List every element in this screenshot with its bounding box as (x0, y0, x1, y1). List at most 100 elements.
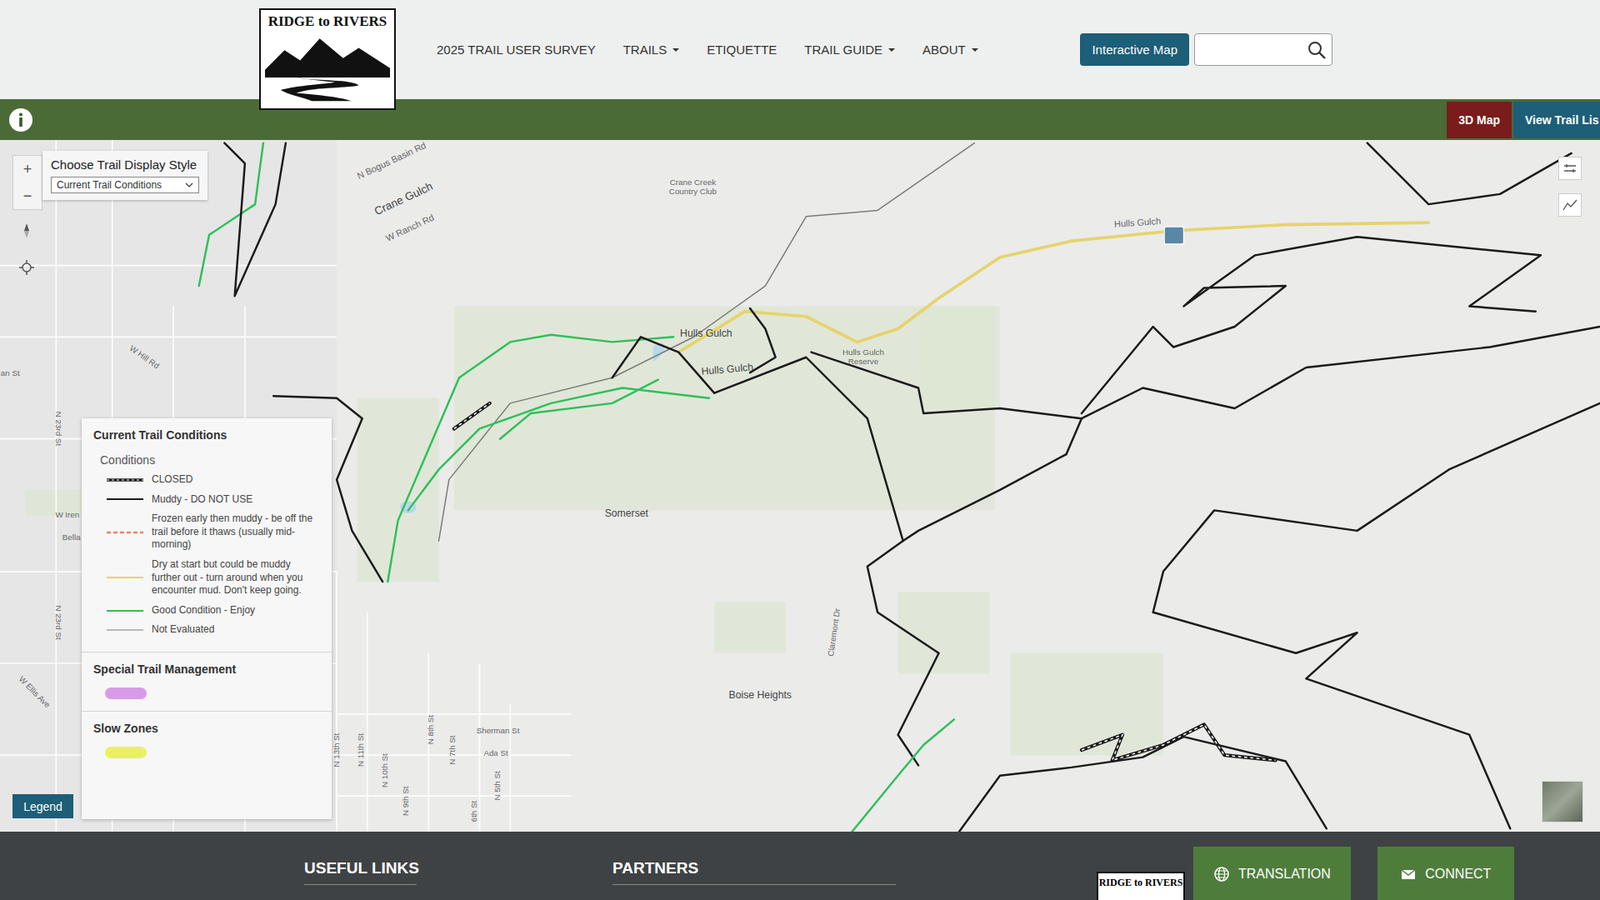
map-label: W Iren (55, 510, 80, 520)
display-style-panel: Choose Trail Display Style Current Trail… (42, 150, 208, 200)
map-label: N 23rd St (54, 605, 64, 640)
map-label: N 5th St (492, 770, 502, 801)
main-nav: 2025 TRAIL USER SURVEY TRAILS ETIQUETTE … (436, 42, 979, 57)
trail[interactable] (454, 403, 490, 430)
map-label: 6th St (469, 800, 479, 822)
caret-icon (971, 48, 979, 52)
search-input[interactable] (1200, 41, 1307, 59)
legend-subtitle: Conditions (100, 453, 320, 467)
search-field[interactable] (1194, 33, 1333, 66)
map-side-tools (1558, 156, 1582, 217)
legend-item: CLOSED (105, 473, 320, 487)
elevation-icon[interactable] (1558, 193, 1582, 217)
line-swatch-icon (105, 573, 145, 582)
info-icon[interactable] (8, 107, 34, 133)
trail[interactable] (199, 143, 264, 286)
map-label: Claremont Dr (825, 607, 842, 658)
nav-item[interactable]: ETIQUETTE (706, 42, 777, 57)
map-label: Hulls Gulch (680, 327, 733, 340)
footer: USEFUL LINKSPARTNERS RIDGE to RIVERS TRA… (0, 831, 1600, 900)
legend-button[interactable]: Legend (12, 794, 74, 819)
legend-item: Not Evaluated (105, 623, 320, 637)
toolbar-button[interactable]: View Trail Lis (1513, 101, 1600, 139)
logo[interactable]: RIDGE to RIVERS (259, 8, 396, 110)
magnifier-icon[interactable] (1306, 40, 1327, 60)
page: RIDGE to RIVERS 2025 TRAIL USER SURVEY T… (0, 0, 1600, 900)
trail[interactable] (1357, 403, 1600, 531)
trail[interactable] (714, 357, 939, 766)
map-label: N 10th St (380, 753, 390, 788)
trail[interactable] (1081, 724, 1276, 760)
zoom-controls: +− (12, 155, 43, 210)
toolbar-buttons: 3D MapView Trail Lis (1446, 99, 1600, 140)
display-style-select[interactable]: Current Trail Conditions (50, 176, 200, 194)
legend-panel: Current Trail Conditions Conditions CLOS… (81, 418, 332, 820)
fill-swatch (105, 687, 147, 700)
legend-section: Slow Zones (81, 710, 332, 770)
nav-item[interactable]: TRAIL GUIDE (804, 42, 895, 57)
line-swatch-icon (105, 495, 145, 504)
legend-section-title: Slow Zones (93, 721, 320, 735)
map[interactable]: N Bogus Basin RdCrane GulchW Ranch RdCra… (0, 140, 1600, 832)
interactive-map-button[interactable]: Interactive Map (1080, 33, 1190, 66)
footer-column: PARTNERS (612, 831, 896, 885)
trail-closed-marks (1081, 724, 1276, 760)
header-actions: Interactive Map (1080, 33, 1333, 66)
trail[interactable] (408, 387, 710, 510)
map-label: Boise Heights (728, 689, 792, 701)
map-label: Ada St (483, 748, 509, 758)
compass-icon[interactable] (18, 222, 35, 240)
trail[interactable] (1081, 236, 1541, 414)
toolbar-button[interactable]: 3D Map (1446, 101, 1512, 139)
trail[interactable] (1367, 143, 1572, 205)
legend-item: Dry at start but could be muddy further … (105, 558, 320, 598)
fill-swatch (105, 746, 147, 759)
trail[interactable] (903, 454, 1067, 541)
nav-item[interactable]: TRAILS (623, 42, 680, 57)
legend-item: Frozen early then muddy - be off the tra… (105, 512, 320, 552)
trail[interactable] (612, 336, 715, 393)
map-label: Sherman St (476, 725, 520, 735)
legend-title: Current Trail Conditions (93, 428, 320, 442)
trail[interactable] (810, 352, 1081, 455)
footer-logo[interactable]: RIDGE to RIVERS (1096, 871, 1185, 900)
legend-conditions: Current Trail Conditions Conditions CLOS… (81, 418, 332, 652)
trail[interactable] (1081, 326, 1600, 419)
nav-item[interactable]: 2025 TRAIL USER SURVEY (436, 42, 596, 57)
map-label: W Ranch Rd (384, 212, 436, 244)
locate-icon[interactable] (18, 259, 35, 276)
footer-button[interactable]: TRANSLATION (1193, 846, 1351, 900)
footer-button[interactable]: CONNECT (1377, 846, 1515, 900)
map-label: an St (0, 368, 20, 378)
trail[interactable] (1153, 510, 1511, 829)
line-swatch-icon (105, 475, 145, 485)
map-label: Hulls Gulch (842, 347, 885, 357)
nav-item[interactable]: ABOUT (922, 42, 979, 57)
site-header: RIDGE to RIVERS 2025 TRAIL USER SURVEY T… (0, 0, 1600, 100)
map-toolbar: 3D MapView Trail Lis (0, 99, 1600, 140)
trailhead-marker[interactable] (1164, 226, 1184, 245)
trail[interactable] (851, 719, 954, 832)
display-style-label: Choose Trail Display Style (50, 157, 200, 172)
measure-icon[interactable] (1558, 156, 1582, 180)
zoom-button[interactable]: + (13, 155, 42, 183)
map-label: N 23rd St (54, 411, 64, 447)
trail[interactable] (439, 143, 975, 541)
map-label: Bella (62, 532, 81, 542)
globe-icon (1213, 865, 1230, 883)
basemap-toggle[interactable] (1541, 780, 1584, 823)
map-label: Hulls Gulch (700, 360, 755, 377)
map-label: Hulls Gulch (1114, 215, 1162, 230)
trail[interactable] (224, 143, 285, 297)
map-label: N Bogus Basin Rd (355, 140, 428, 181)
trail[interactable] (387, 335, 674, 582)
map-label: Crane Gulch (372, 180, 435, 219)
map-label: N 9th St (400, 785, 410, 816)
caret-icon (672, 48, 680, 52)
mountain-river-icon (265, 30, 390, 102)
line-swatch-icon (105, 528, 145, 537)
map-label: N 11th St (355, 733, 365, 767)
zoom-button[interactable]: − (13, 182, 42, 210)
trail[interactable] (500, 380, 659, 440)
trail[interactable] (750, 308, 776, 373)
